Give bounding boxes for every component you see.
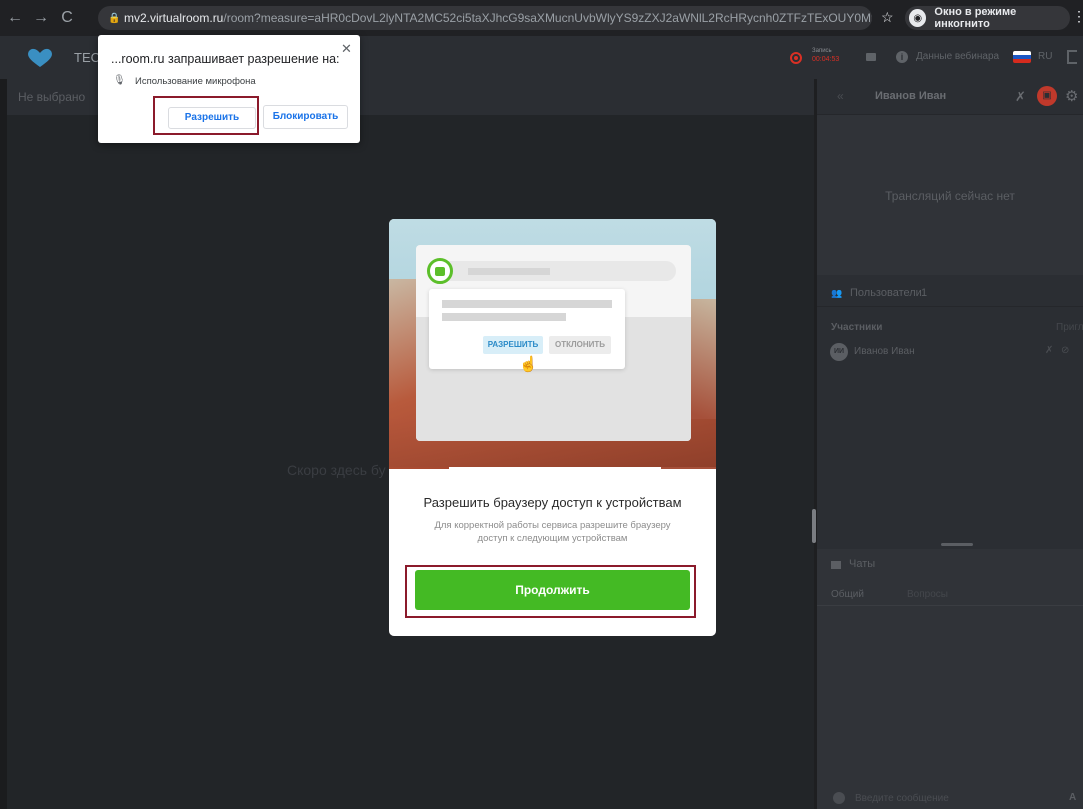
mock-allow-label: РАЗРЕШИТЬ	[483, 336, 543, 354]
mock-line	[442, 313, 566, 321]
continue-button[interactable]: Продолжить	[415, 570, 690, 610]
gear-icon[interactable]: ⚙	[1065, 87, 1078, 105]
invite-link[interactable]: Пригл	[1056, 322, 1083, 333]
lock-icon[interactable]: 🔒	[108, 13, 120, 24]
close-icon[interactable]: ✕	[341, 41, 352, 57]
presenter-name: Иванов Иван	[875, 90, 947, 102]
presenter-bar: « Иванов Иван ✗ ▣ ⚙	[817, 79, 1083, 115]
mock-address-bar	[428, 261, 676, 281]
mic-off-icon[interactable]: ✗	[1015, 89, 1026, 105]
reload-icon[interactable]: C	[56, 7, 78, 29]
address-bar[interactable]: 🔒 mv2.virtualroom.ru /room?measure=aHR0c…	[98, 6, 872, 30]
forward-icon[interactable]: →	[30, 7, 52, 29]
modal-description: Для корректной работы сервиса разрешите …	[434, 520, 671, 544]
no-stream-label: Трансляций сейчас нет	[885, 189, 1015, 203]
emoji-icon[interactable]	[833, 792, 845, 804]
left-border	[0, 79, 7, 809]
allow-button[interactable]: Разрешить	[168, 107, 256, 129]
users-icon: 👥	[831, 288, 843, 298]
url-host: mv2.virtualroom.ru	[124, 11, 224, 25]
mock-browser-window: РАЗРЕШИТЬ ОТКЛОНИТЬ ☝	[416, 245, 691, 441]
microphone-icon: 🎙	[113, 75, 126, 86]
illustration: РАЗРЕШИТЬ ОТКЛОНИТЬ ☝	[389, 219, 716, 469]
panel-splitter[interactable]	[812, 509, 816, 543]
user-name: Иванов Иван	[854, 346, 915, 357]
incognito-indicator[interactable]: ◉ Окно в режиме инкогнито	[905, 6, 1070, 30]
record-label: Запись	[812, 48, 832, 54]
star-icon[interactable]: ☆	[881, 9, 894, 26]
soon-text: Скоро здесь бу	[287, 462, 386, 478]
users-count: 1	[921, 287, 928, 299]
folder-icon[interactable]	[866, 53, 876, 61]
font-icon[interactable]: A	[1069, 792, 1076, 803]
not-selected-label: Не выбрано	[18, 90, 86, 104]
users-header[interactable]: 👥 Пользователи 1	[817, 277, 1083, 307]
device-access-modal: РАЗРЕШИТЬ ОТКЛОНИТЬ ☝ Разрешить браузеру…	[389, 219, 716, 636]
collapse-icon[interactable]: «	[837, 89, 844, 103]
chat-title: Чаты	[849, 558, 876, 570]
tab-divider	[817, 605, 1083, 606]
users-title: Пользователи	[850, 287, 922, 299]
language-selector[interactable]: RU	[1038, 51, 1052, 62]
mock-line	[442, 300, 612, 308]
event-name: ТЕС	[74, 50, 100, 65]
record-icon[interactable]	[790, 52, 802, 64]
user-camera-icon[interactable]: ⊘	[1061, 345, 1069, 356]
tab-general[interactable]: Общий	[831, 589, 864, 600]
chat-panel: Чаты Общий Вопросы Введите сообщение A	[817, 549, 1083, 809]
info-icon[interactable]: i	[896, 51, 908, 63]
logo-icon	[28, 48, 52, 67]
video-area: Трансляций сейчас нет	[817, 115, 1083, 275]
mock-line	[468, 268, 550, 275]
back-icon[interactable]: ←	[4, 7, 26, 29]
resize-handle[interactable]	[941, 543, 973, 546]
tab-questions[interactable]: Вопросы	[907, 589, 948, 600]
mock-permission-card: РАЗРЕШИТЬ ОТКЛОНИТЬ ☝	[429, 289, 625, 373]
avatar: ИИ	[830, 343, 848, 361]
modal-title: Разрешить браузеру доступ к устройствам	[423, 495, 682, 510]
flag-icon[interactable]	[1013, 51, 1031, 63]
user-mic-icon[interactable]: ✗	[1045, 345, 1053, 356]
exit-icon[interactable]	[1067, 50, 1077, 64]
chat-icon	[831, 561, 841, 569]
menu-icon[interactable]: ⋮	[1072, 8, 1083, 25]
permission-popup: ...room.ru запрашивает разрешение на: ✕ …	[98, 35, 360, 143]
mock-decline-label: ОТКЛОНИТЬ	[549, 336, 611, 354]
right-panel: « Иванов Иван ✗ ▣ ⚙ Трансляций сейчас не…	[817, 79, 1083, 809]
incognito-label: Окно в режиме инкогнито	[934, 6, 1017, 30]
permission-title: ...room.ru запрашивает разрешение на:	[111, 52, 340, 66]
webinar-data-link[interactable]: Данные вебинара	[916, 51, 999, 62]
permission-mic-text: Использование микрофона	[135, 76, 256, 87]
lock-icon	[427, 258, 453, 284]
message-input[interactable]: Введите сообщение	[855, 793, 949, 804]
record-time: 00:04:53	[812, 56, 840, 63]
url-path: /room?measure=aHR0cDovL2lyNTA2MC52ci5taX…	[223, 11, 872, 25]
camera-off-icon[interactable]: ▣	[1037, 86, 1057, 106]
hand-cursor-icon: ☝	[519, 356, 538, 373]
incognito-icon: ◉	[909, 9, 927, 27]
block-button[interactable]: Блокировать	[263, 105, 348, 129]
participants-label: Участники	[831, 322, 883, 333]
